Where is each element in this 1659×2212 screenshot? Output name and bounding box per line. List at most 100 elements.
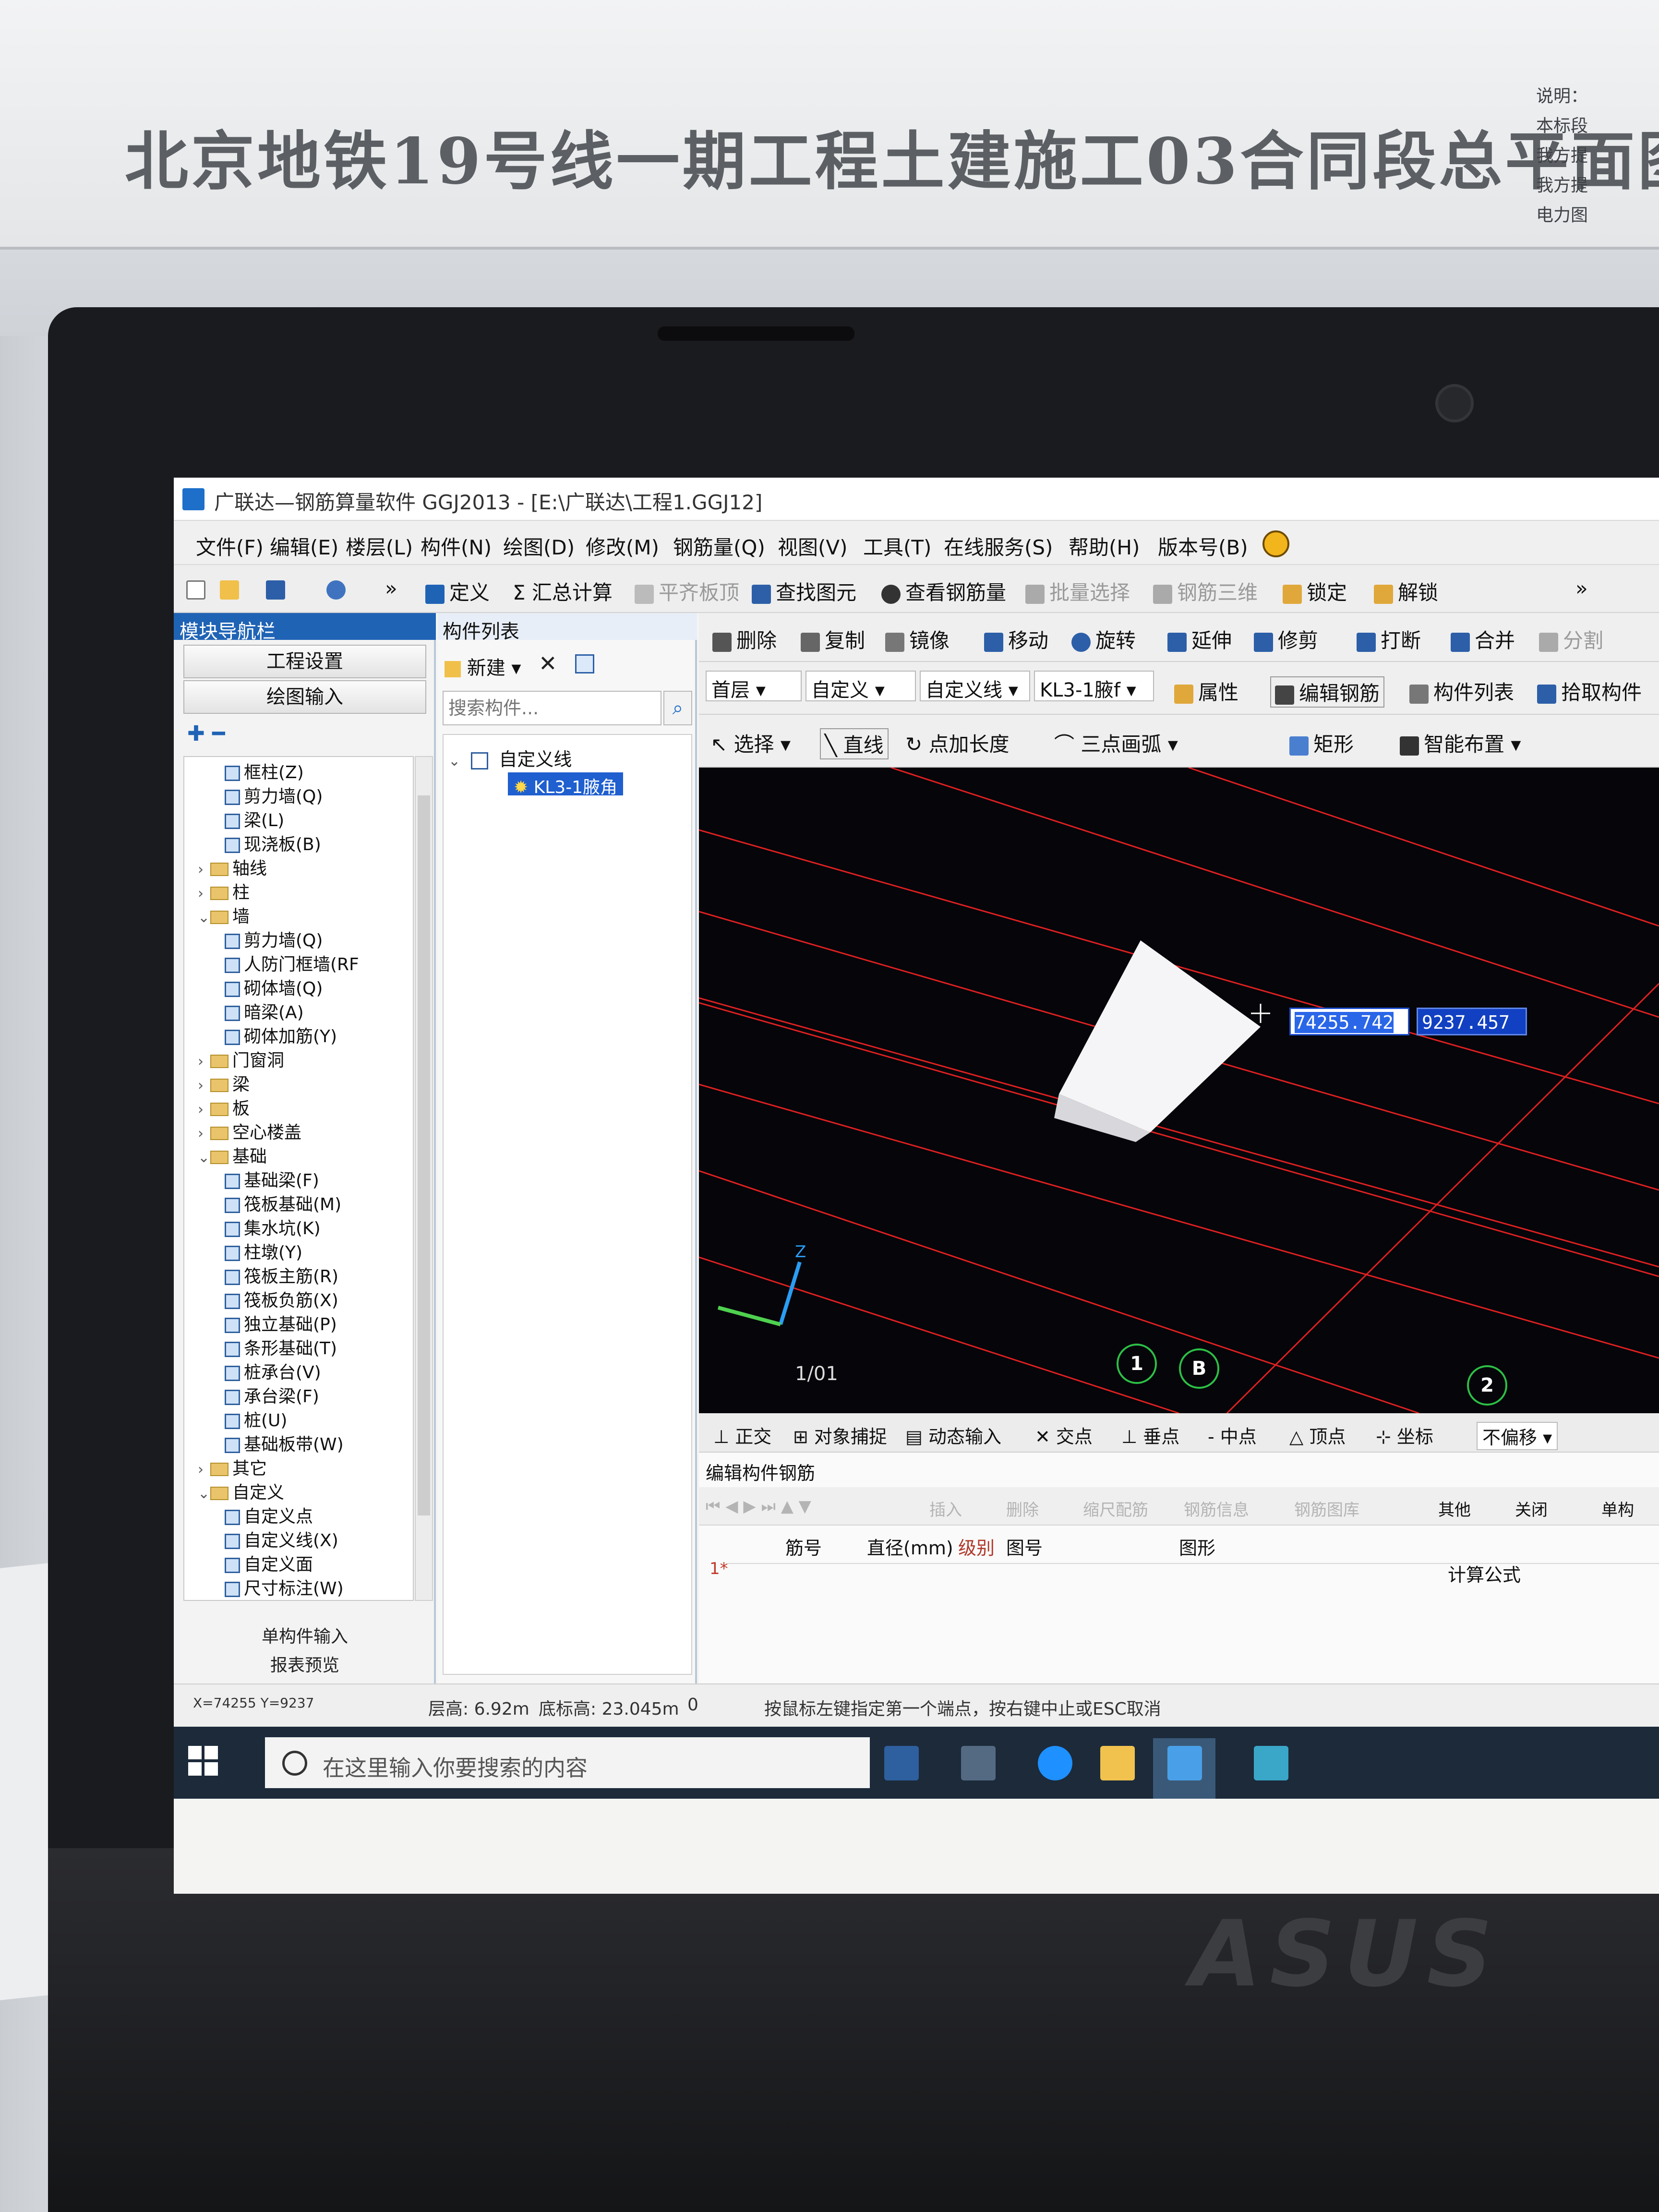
- tree-item[interactable]: 人防门框墙(RF: [225, 954, 359, 976]
- pick-component-button[interactable]: 拾取构件: [1537, 676, 1642, 706]
- menu-version[interactable]: 版本号(B): [1158, 531, 1248, 561]
- windows-start-icon[interactable]: [188, 1746, 219, 1777]
- point-length-button[interactable]: ↻ 点加长度: [905, 728, 1010, 757]
- axis-bubble-b[interactable]: B: [1179, 1348, 1219, 1389]
- tree-item[interactable]: 框柱(Z): [225, 762, 304, 784]
- batch-select-button[interactable]: 批量选择: [1025, 577, 1130, 606]
- tree-item[interactable]: 剪力墙(Q): [225, 786, 323, 808]
- menu-file[interactable]: 文件(F): [196, 531, 264, 561]
- tree-item[interactable]: 筏板主筋(R): [225, 1266, 338, 1288]
- rotate-button[interactable]: 旋转: [1071, 625, 1136, 654]
- tree-item[interactable]: 梁(L): [225, 810, 284, 832]
- tree-item[interactable]: ⌄ 墙: [198, 906, 250, 928]
- unlock-button[interactable]: 解锁: [1374, 577, 1438, 606]
- tree-item[interactable]: 柱墩(Y): [225, 1242, 302, 1264]
- tree-item[interactable]: 筏板负筋(X): [225, 1290, 338, 1312]
- delete-button[interactable]: 删除: [712, 625, 777, 654]
- selected-component[interactable]: ✹ KL3-1腋角: [508, 772, 624, 797]
- tree-item[interactable]: › 梁: [198, 1074, 250, 1096]
- tree-item[interactable]: 自定义线(X): [225, 1530, 338, 1552]
- chevron-down-icon[interactable]: ⌄: [448, 753, 460, 769]
- drawing-canvas[interactable]: Z 74255.742 9237.457 1/01 1 B 2: [699, 768, 1659, 1413]
- tree-item[interactable]: 筏板基础(M): [225, 1194, 341, 1216]
- tree-item[interactable]: 基础梁(F): [225, 1170, 319, 1192]
- extend-button[interactable]: 延伸: [1167, 625, 1232, 654]
- chevron-right-icon[interactable]: ›: [198, 1051, 210, 1073]
- row-marker[interactable]: 1*: [709, 1559, 728, 1578]
- chevron-down-icon[interactable]: ⌄: [198, 1147, 210, 1169]
- other-button[interactable]: 其他: [1438, 1497, 1471, 1520]
- report-preview-button[interactable]: 报表预览: [183, 1652, 426, 1681]
- tree-item[interactable]: 条形基础(T): [225, 1338, 337, 1360]
- project-settings-button[interactable]: 工程设置: [183, 645, 426, 678]
- select-button[interactable]: ↖ 选择 ▾: [710, 728, 791, 757]
- tree-item[interactable]: › 其它: [198, 1458, 267, 1480]
- tree-item[interactable]: 自定义面: [225, 1554, 313, 1576]
- chevron-right-icon[interactable]: ›: [198, 1075, 210, 1097]
- intersection-snap[interactable]: ✕ 交点: [1035, 1422, 1093, 1448]
- undo-icon[interactable]: [326, 577, 350, 600]
- align-top-button[interactable]: 平齐板顶: [635, 577, 739, 606]
- axis-bubble-2[interactable]: 2: [1467, 1365, 1507, 1406]
- chevron-right-icon[interactable]: ›: [198, 883, 210, 905]
- tree-item[interactable]: 剪力墙(Q): [225, 930, 323, 952]
- component-list-button[interactable]: 构件列表: [1409, 676, 1514, 706]
- tree-item[interactable]: 桩承台(V): [225, 1362, 321, 1384]
- tree-item[interactable]: ⌄ 自定义: [198, 1482, 284, 1504]
- tree-item[interactable]: › 空心楼盖: [198, 1122, 301, 1144]
- glodon-secondary-icon[interactable]: [1254, 1746, 1288, 1780]
- merge-button[interactable]: 合并: [1451, 625, 1515, 654]
- menu-rebar[interactable]: 钢筋量(Q): [673, 531, 765, 561]
- task-view-icon[interactable]: [961, 1746, 996, 1780]
- tree-item[interactable]: 桩(U): [225, 1410, 287, 1432]
- object-snap-toggle[interactable]: ⊞ 对象捕捉: [793, 1422, 887, 1448]
- tree-item[interactable]: › 柱: [198, 882, 250, 904]
- tree-item[interactable]: 自定义点: [225, 1506, 313, 1528]
- sum-calc-button[interactable]: Σ 汇总计算: [513, 577, 613, 606]
- view-rebar-button[interactable]: 查看钢筋量: [881, 577, 1006, 606]
- toolbar-overflow-right[interactable]: »: [1575, 577, 1588, 600]
- tree-item[interactable]: 尺寸标注(W): [225, 1578, 344, 1600]
- coordinate-x-input[interactable]: 74255.742: [1289, 1008, 1409, 1035]
- assistant-icon[interactable]: [1262, 530, 1289, 557]
- break-button[interactable]: 打断: [1357, 625, 1421, 654]
- three-point-arc-button[interactable]: ⌒ 三点画弧 ▾: [1054, 728, 1178, 757]
- window-titlebar[interactable]: 广联达—钢筋算量软件 GGJ2013 - [E:\广联达\工程1.GGJ12]: [174, 478, 1659, 521]
- new-component-button[interactable]: 新建 ▾: [445, 652, 521, 680]
- edit-rebar-button[interactable]: 编辑钢筋: [1270, 676, 1385, 708]
- smart-layout-button[interactable]: 智能布置 ▾: [1400, 728, 1521, 757]
- split-button[interactable]: 分割: [1539, 625, 1603, 654]
- vertex-snap[interactable]: △ 顶点: [1289, 1422, 1346, 1448]
- tree-item[interactable]: › 轴线: [198, 858, 267, 880]
- rebar-3d-button[interactable]: 钢筋三维: [1153, 577, 1258, 606]
- mirror-button[interactable]: 镜像: [885, 625, 950, 654]
- tree-item[interactable]: 砌体加筋(Y): [225, 1026, 337, 1048]
- expand-collapse-icon[interactable]: ✚ ━: [187, 721, 225, 746]
- menu-component[interactable]: 构件(N): [421, 531, 492, 561]
- glodon-app-icon[interactable]: [1167, 1746, 1202, 1780]
- edge-browser-icon[interactable]: [1038, 1746, 1072, 1780]
- tree-item[interactable]: 暗梁(A): [225, 1002, 304, 1024]
- chevron-right-icon[interactable]: ›: [198, 1123, 210, 1145]
- tree-item[interactable]: › 门窗洞: [198, 1050, 284, 1072]
- chevron-right-icon[interactable]: ›: [198, 1099, 210, 1121]
- rebar-info-button[interactable]: 钢筋信息: [1184, 1497, 1249, 1520]
- menu-modify[interactable]: 修改(M): [586, 531, 659, 561]
- file-explorer-icon[interactable]: [1100, 1746, 1135, 1780]
- type-select[interactable]: 自定义 ▾: [805, 671, 916, 701]
- coordinate-y-input[interactable]: 9237.457: [1417, 1008, 1527, 1035]
- move-button[interactable]: 移动: [984, 625, 1048, 654]
- coordinate-snap[interactable]: ⊹ 坐标: [1376, 1422, 1433, 1448]
- tree-item[interactable]: 独立基础(P): [225, 1314, 337, 1336]
- component-search-input[interactable]: [443, 691, 661, 725]
- trim-button[interactable]: 修剪: [1254, 625, 1318, 654]
- property-button[interactable]: 属性: [1174, 676, 1238, 706]
- unit-button[interactable]: 单构: [1601, 1497, 1634, 1520]
- toolbar-overflow[interactable]: »: [385, 577, 397, 600]
- delete-icon[interactable]: ✕: [539, 650, 557, 676]
- lock-button[interactable]: 锁定: [1283, 577, 1347, 606]
- offset-select[interactable]: 不偏移 ▾: [1477, 1422, 1558, 1450]
- chevron-right-icon[interactable]: ›: [198, 859, 210, 881]
- tree-item[interactable]: ⌄ 基础: [198, 1146, 267, 1168]
- line-button[interactable]: ╲ 直线: [820, 728, 889, 759]
